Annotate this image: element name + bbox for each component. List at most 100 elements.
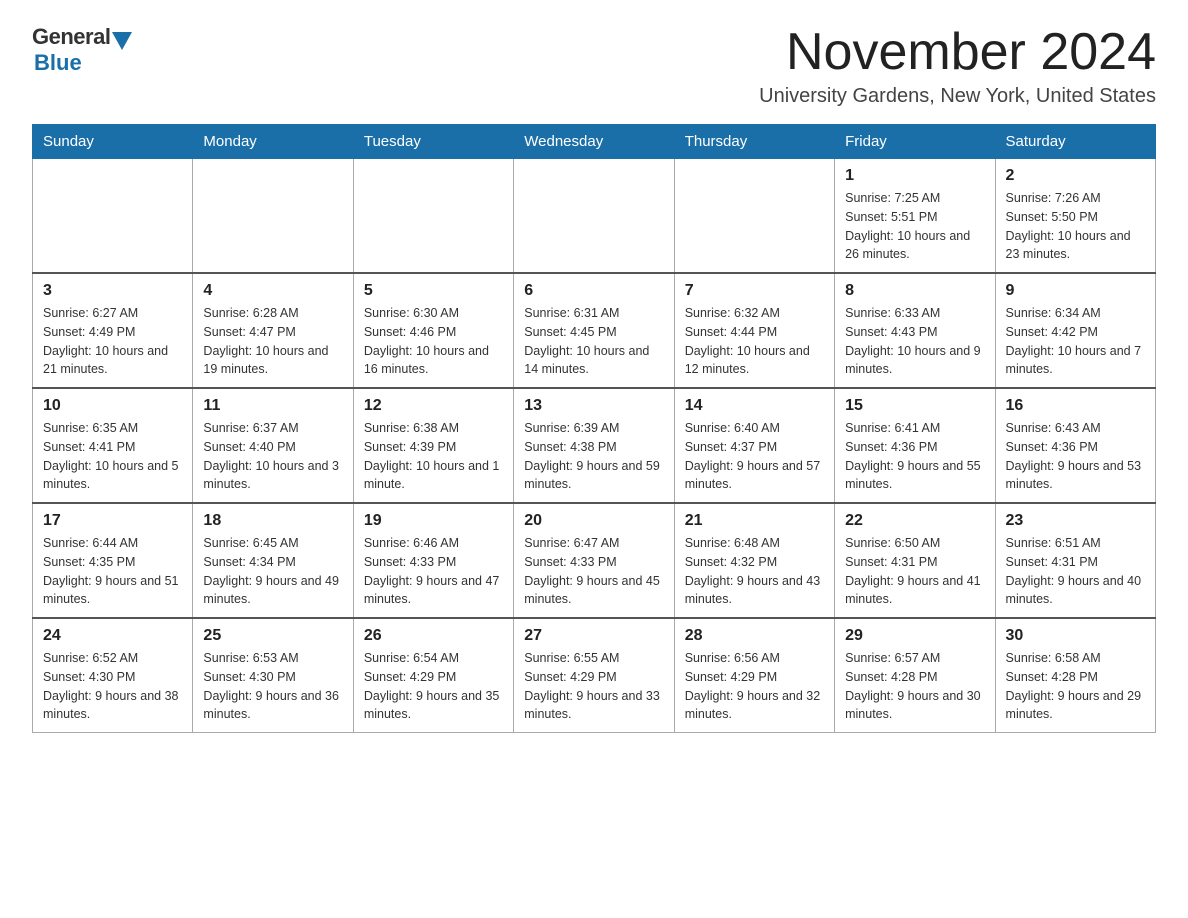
- calendar-table: SundayMondayTuesdayWednesdayThursdayFrid…: [32, 124, 1156, 733]
- calendar-cell: 16Sunrise: 6:43 AMSunset: 4:36 PMDayligh…: [995, 388, 1155, 503]
- logo-triangle-icon: [112, 32, 132, 50]
- calendar-cell: 28 Sunrise: 6:56 AMSunset: 4:29 PMDayligh…: [674, 618, 834, 733]
- day-number: 24: [43, 627, 182, 645]
- day-number: 2: [1006, 167, 1145, 185]
- week-row-2: 3 Sunrise: 6:27 AMSunset: 4:49 PMDaylight…: [33, 273, 1156, 388]
- day-info: Sunrise: 6:45 AMSunset: 4:34 PMDaylight:…: [203, 534, 342, 609]
- calendar-cell: 25Sunrise: 6:53 AMSunset: 4:30 PMDayligh…: [193, 618, 353, 733]
- calendar-cell: 15 Sunrise: 6:41 AMSunset: 4:36 PMDayligh…: [835, 388, 995, 503]
- day-number: 27: [524, 627, 663, 645]
- day-info: Sunrise: 6:35 AMSunset: 4:41 PMDaylight:…: [43, 419, 182, 494]
- weekday-header-row: SundayMondayTuesdayWednesdayThursdayFrid…: [33, 125, 1156, 159]
- calendar-title: November 2024: [759, 24, 1156, 81]
- calendar-cell: 4 Sunrise: 6:28 AMSunset: 4:47 PMDaylight…: [193, 273, 353, 388]
- logo-text-general: General: [32, 24, 110, 50]
- day-number: 17: [43, 512, 182, 530]
- day-info: Sunrise: 6:55 AMSunset: 4:29 PMDaylight:…: [524, 649, 663, 724]
- day-number: 9: [1006, 282, 1145, 300]
- day-info: Sunrise: 6:27 AMSunset: 4:49 PMDaylight:…: [43, 304, 182, 379]
- header: General Blue November 2024 University Ga…: [32, 24, 1156, 108]
- day-info: Sunrise: 6:51 AMSunset: 4:31 PMDaylight:…: [1006, 534, 1145, 609]
- calendar-cell: 29 Sunrise: 6:57 AMSunset: 4:28 PMDayligh…: [835, 618, 995, 733]
- week-row-5: 24 Sunrise: 6:52 AMSunset: 4:30 PMDayligh…: [33, 618, 1156, 733]
- day-number: 18: [203, 512, 342, 530]
- day-number: 20: [524, 512, 663, 530]
- day-info: Sunrise: 6:37 AMSunset: 4:40 PMDaylight:…: [203, 419, 342, 494]
- calendar-cell: 23Sunrise: 6:51 AMSunset: 4:31 PMDayligh…: [995, 503, 1155, 618]
- day-number: 30: [1006, 627, 1145, 645]
- calendar-subtitle: University Gardens, New York, United Sta…: [759, 85, 1156, 108]
- calendar-cell: 14 Sunrise: 6:40 AMSunset: 4:37 PMDayligh…: [674, 388, 834, 503]
- logo: General Blue: [32, 24, 132, 76]
- calendar-cell: 12 Sunrise: 6:38 AMSunset: 4:39 PMDayligh…: [353, 388, 513, 503]
- day-info: Sunrise: 7:26 AMSunset: 5:50 PMDaylight:…: [1006, 189, 1145, 264]
- day-info: Sunrise: 6:56 AMSunset: 4:29 PMDaylight:…: [685, 649, 824, 724]
- day-number: 1: [845, 167, 984, 185]
- day-number: 14: [685, 397, 824, 415]
- day-number: 19: [364, 512, 503, 530]
- calendar-cell: 2 Sunrise: 7:26 AMSunset: 5:50 PMDaylight…: [995, 159, 1155, 274]
- day-number: 21: [685, 512, 824, 530]
- calendar-cell: [353, 159, 513, 274]
- calendar-cell: 5Sunrise: 6:30 AMSunset: 4:46 PMDaylight…: [353, 273, 513, 388]
- week-row-4: 17 Sunrise: 6:44 AMSunset: 4:35 PMDayligh…: [33, 503, 1156, 618]
- day-number: 29: [845, 627, 984, 645]
- day-number: 11: [203, 397, 342, 415]
- day-info: Sunrise: 6:53 AMSunset: 4:30 PMDaylight:…: [203, 649, 342, 724]
- calendar-cell: 30Sunrise: 6:58 AMSunset: 4:28 PMDayligh…: [995, 618, 1155, 733]
- day-info: Sunrise: 6:28 AMSunset: 4:47 PMDaylight:…: [203, 304, 342, 379]
- day-number: 4: [203, 282, 342, 300]
- day-info: Sunrise: 6:41 AMSunset: 4:36 PMDaylight:…: [845, 419, 984, 494]
- day-number: 15: [845, 397, 984, 415]
- calendar-cell: 18 Sunrise: 6:45 AMSunset: 4:34 PMDayligh…: [193, 503, 353, 618]
- day-info: Sunrise: 6:38 AMSunset: 4:39 PMDaylight:…: [364, 419, 503, 494]
- day-number: 22: [845, 512, 984, 530]
- calendar-cell: 19 Sunrise: 6:46 AMSunset: 4:33 PMDayligh…: [353, 503, 513, 618]
- day-info: Sunrise: 6:54 AMSunset: 4:29 PMDaylight:…: [364, 649, 503, 724]
- weekday-header-saturday: Saturday: [995, 125, 1155, 159]
- day-number: 8: [845, 282, 984, 300]
- day-info: Sunrise: 6:48 AMSunset: 4:32 PMDaylight:…: [685, 534, 824, 609]
- day-info: Sunrise: 6:52 AMSunset: 4:30 PMDaylight:…: [43, 649, 182, 724]
- day-info: Sunrise: 6:32 AMSunset: 4:44 PMDaylight:…: [685, 304, 824, 379]
- calendar-cell: 22 Sunrise: 6:50 AMSunset: 4:31 PMDayligh…: [835, 503, 995, 618]
- day-number: 5: [364, 282, 503, 300]
- calendar-cell: 20 Sunrise: 6:47 AMSunset: 4:33 PMDayligh…: [514, 503, 674, 618]
- weekday-header-friday: Friday: [835, 125, 995, 159]
- day-number: 26: [364, 627, 503, 645]
- day-number: 3: [43, 282, 182, 300]
- calendar-cell: 27 Sunrise: 6:55 AMSunset: 4:29 PMDayligh…: [514, 618, 674, 733]
- day-info: Sunrise: 6:33 AMSunset: 4:43 PMDaylight:…: [845, 304, 984, 379]
- day-number: 6: [524, 282, 663, 300]
- day-info: Sunrise: 6:31 AMSunset: 4:45 PMDaylight:…: [524, 304, 663, 379]
- week-row-3: 10 Sunrise: 6:35 AMSunset: 4:41 PMDayligh…: [33, 388, 1156, 503]
- day-info: Sunrise: 6:57 AMSunset: 4:28 PMDaylight:…: [845, 649, 984, 724]
- weekday-header-monday: Monday: [193, 125, 353, 159]
- calendar-cell: 21 Sunrise: 6:48 AMSunset: 4:32 PMDayligh…: [674, 503, 834, 618]
- day-info: Sunrise: 6:34 AMSunset: 4:42 PMDaylight:…: [1006, 304, 1145, 379]
- day-number: 28: [685, 627, 824, 645]
- day-info: Sunrise: 6:44 AMSunset: 4:35 PMDaylight:…: [43, 534, 182, 609]
- day-info: Sunrise: 6:46 AMSunset: 4:33 PMDaylight:…: [364, 534, 503, 609]
- calendar-cell: 7 Sunrise: 6:32 AMSunset: 4:44 PMDaylight…: [674, 273, 834, 388]
- calendar-cell: [514, 159, 674, 274]
- calendar-cell: 11 Sunrise: 6:37 AMSunset: 4:40 PMDayligh…: [193, 388, 353, 503]
- calendar-cell: 3 Sunrise: 6:27 AMSunset: 4:49 PMDaylight…: [33, 273, 193, 388]
- calendar-cell: 10 Sunrise: 6:35 AMSunset: 4:41 PMDayligh…: [33, 388, 193, 503]
- day-info: Sunrise: 6:47 AMSunset: 4:33 PMDaylight:…: [524, 534, 663, 609]
- day-info: Sunrise: 6:43 AMSunset: 4:36 PMDaylight:…: [1006, 419, 1145, 494]
- day-info: Sunrise: 7:25 AMSunset: 5:51 PMDaylight:…: [845, 189, 984, 264]
- calendar-cell: 6 Sunrise: 6:31 AMSunset: 4:45 PMDaylight…: [514, 273, 674, 388]
- week-row-1: 1 Sunrise: 7:25 AMSunset: 5:51 PMDaylight…: [33, 159, 1156, 274]
- day-number: 7: [685, 282, 824, 300]
- day-number: 12: [364, 397, 503, 415]
- calendar-cell: 1 Sunrise: 7:25 AMSunset: 5:51 PMDaylight…: [835, 159, 995, 274]
- day-info: Sunrise: 6:50 AMSunset: 4:31 PMDaylight:…: [845, 534, 984, 609]
- logo-text-blue: Blue: [34, 50, 82, 76]
- calendar-cell: 13Sunrise: 6:39 AMSunset: 4:38 PMDayligh…: [514, 388, 674, 503]
- weekday-header-sunday: Sunday: [33, 125, 193, 159]
- day-info: Sunrise: 6:40 AMSunset: 4:37 PMDaylight:…: [685, 419, 824, 494]
- day-number: 10: [43, 397, 182, 415]
- weekday-header-wednesday: Wednesday: [514, 125, 674, 159]
- calendar-cell: 26 Sunrise: 6:54 AMSunset: 4:29 PMDayligh…: [353, 618, 513, 733]
